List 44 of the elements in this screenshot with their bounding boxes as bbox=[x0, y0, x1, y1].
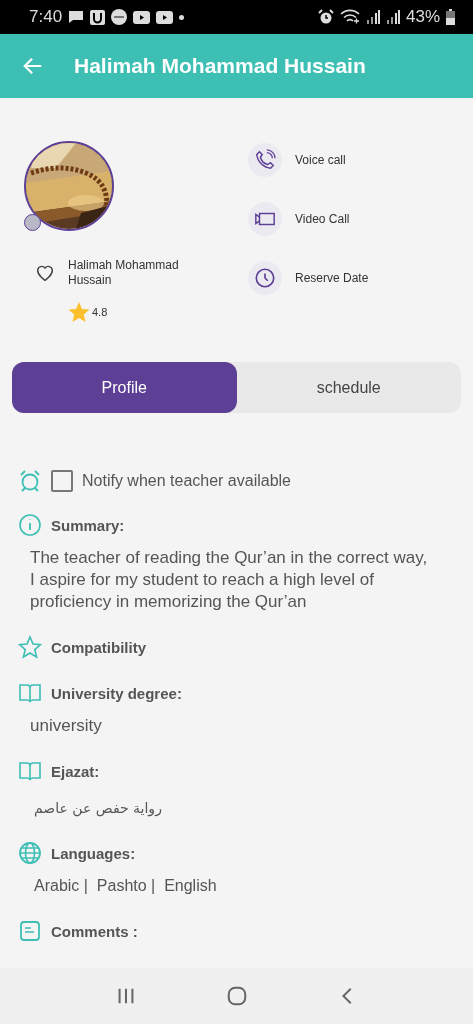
alarm-icon bbox=[317, 9, 334, 25]
action-button[interactable]: Reserve Date bbox=[248, 261, 369, 295]
teacher-name: Halimah Mohammad Hussain bbox=[68, 258, 180, 288]
message-icon bbox=[68, 10, 85, 24]
section-title: Summary: bbox=[51, 516, 125, 534]
book-icon bbox=[18, 759, 42, 783]
section-title: Ejazat: bbox=[51, 762, 100, 780]
play-icon bbox=[133, 10, 151, 24]
section-text: The teacher of reading the Qur’an in the correct way, I aspire for my student to reach a high level of proficiency in memorizing the Qur’an bbox=[30, 547, 429, 613]
checkbox-label: Notify when teacher available bbox=[82, 472, 291, 490]
section-title: Comments : bbox=[51, 922, 138, 940]
note-icon bbox=[18, 919, 42, 943]
wifi-icon bbox=[339, 9, 360, 25]
star-icon bbox=[67, 300, 91, 324]
rating-value: 4.8 bbox=[92, 306, 108, 318]
phone-icon bbox=[254, 149, 276, 171]
checkbox[interactable] bbox=[51, 470, 73, 492]
action-button[interactable]: Video Call bbox=[248, 202, 369, 236]
status-time: 7:40 bbox=[29, 7, 63, 27]
section-title: University degree: bbox=[51, 684, 182, 702]
play-icon bbox=[156, 10, 174, 24]
alarm-icon bbox=[18, 469, 42, 493]
dot-icon bbox=[179, 14, 185, 20]
signal-icon bbox=[385, 10, 400, 24]
globe-icon bbox=[18, 841, 42, 865]
signal-icon bbox=[365, 10, 380, 24]
app-icon bbox=[90, 9, 106, 25]
clock-icon bbox=[254, 267, 276, 289]
app-icon bbox=[111, 9, 128, 25]
screen-title: Halimah Mohammad Hussain bbox=[74, 54, 366, 78]
battery-percent: 43% bbox=[405, 7, 440, 27]
book-icon bbox=[18, 681, 42, 705]
section-text: رواية حفص عن عاصم bbox=[34, 799, 162, 819]
section-title: Languages: bbox=[51, 844, 136, 862]
section-text: Arabic | Pashto | English bbox=[34, 876, 218, 896]
section-title: Compatibility bbox=[51, 638, 146, 656]
star-outline-icon bbox=[18, 635, 42, 659]
tab[interactable]: schedule bbox=[236, 362, 461, 413]
tab[interactable]: Profile bbox=[12, 362, 237, 413]
home-icon[interactable] bbox=[225, 985, 248, 1007]
action-button[interactable]: Voice call bbox=[248, 143, 369, 177]
info-icon bbox=[18, 513, 42, 537]
battery-icon bbox=[446, 9, 455, 25]
section-text: university bbox=[30, 715, 103, 737]
